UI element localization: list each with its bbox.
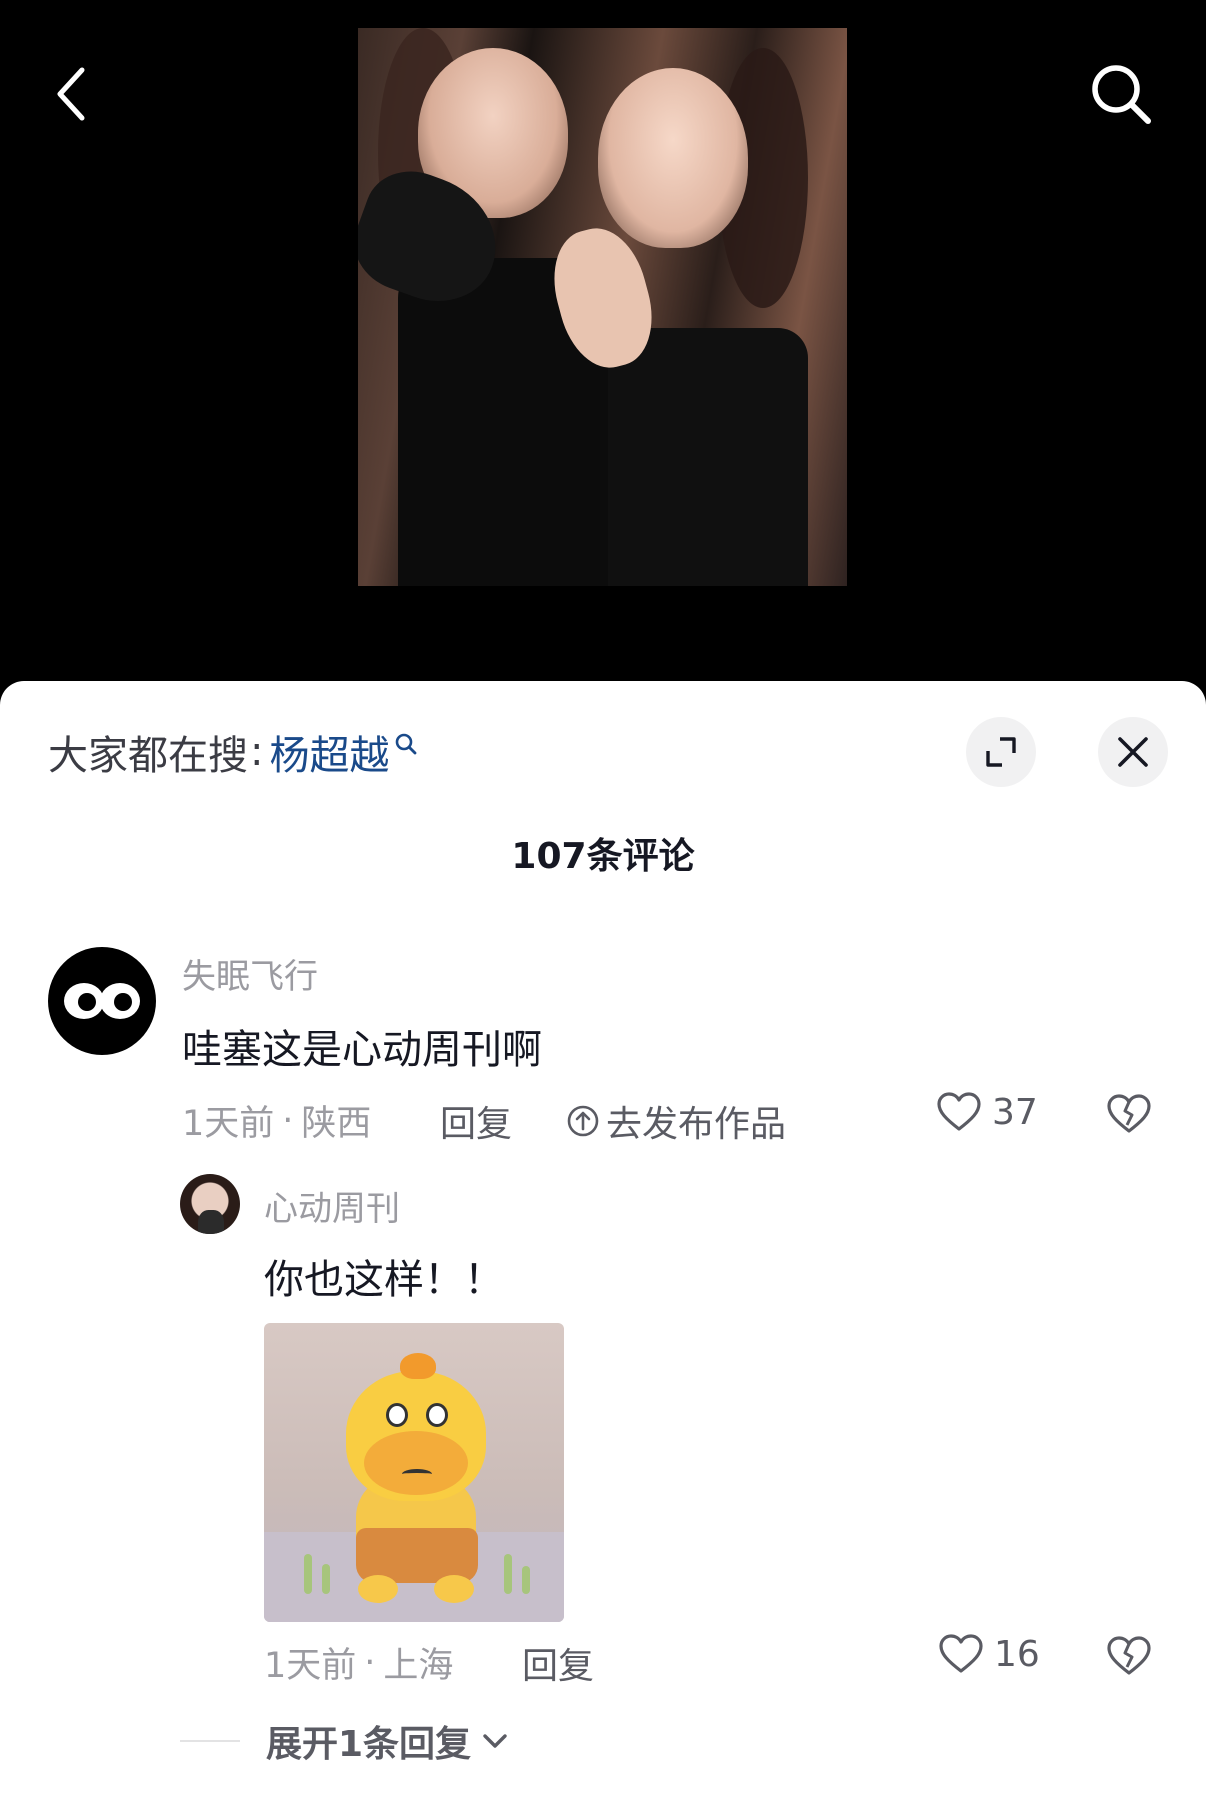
comment-location: 陕西 — [301, 1104, 372, 1144]
suggestion-colon: : — [250, 729, 264, 775]
close-icon — [1118, 737, 1148, 767]
expand-icon — [986, 737, 1016, 767]
reply-avatar[interactable] — [180, 1174, 240, 1234]
comment-count: 107条评论 — [511, 836, 695, 877]
reply-reply-button[interactable]: 回复 — [522, 1637, 594, 1689]
reply-like-count: 16 — [994, 1633, 1040, 1675]
broken-heart-icon — [1107, 1094, 1151, 1133]
suggestion-label: 大家都在搜 — [48, 733, 248, 779]
search-button[interactable] — [1085, 58, 1157, 130]
video-thumbnail[interactable] — [358, 28, 847, 586]
reply-like-button[interactable]: 16 — [938, 1633, 1040, 1675]
reply-time: 1天前 — [264, 1646, 357, 1686]
meta-dot: · — [282, 1100, 294, 1141]
expand-replies-label: 展开1条回复 — [266, 1724, 472, 1765]
dislike-button[interactable] — [1106, 1093, 1152, 1139]
comment-username[interactable]: 失眠飞行 — [182, 949, 318, 998]
reply-button[interactable]: 回复 — [440, 1095, 512, 1147]
search-icon — [396, 733, 417, 755]
reply-sticker-image[interactable] — [264, 1323, 564, 1622]
comment-sheet: 大家都在搜 : 杨超越 107条评论 失眠飞行 哇塞这是心动周刊啊 1天前 · … — [0, 681, 1206, 1793]
upload-circle-icon — [567, 1105, 599, 1137]
reply-text: 你也这样！！ — [264, 1257, 504, 1303]
reply-location: 上海 — [383, 1646, 454, 1686]
expand-sheet-button[interactable] — [966, 717, 1036, 787]
like-count: 37 — [992, 1091, 1038, 1133]
comment-text: 哇塞这是心动周刊啊 — [182, 1027, 542, 1073]
comment-meta: 1天前 · 陕西 — [182, 1095, 371, 1146]
video-area[interactable] — [0, 0, 1206, 700]
heart-icon — [939, 1634, 983, 1673]
reply-dislike-button[interactable] — [1106, 1635, 1152, 1681]
divider-line — [180, 1740, 240, 1742]
search-icon — [1092, 65, 1151, 124]
publish-button[interactable]: 去发布作品 — [566, 1095, 786, 1147]
avatar[interactable] — [48, 947, 156, 1055]
comment-time: 1天前 — [182, 1104, 275, 1144]
reply-username[interactable]: 心动周刊 — [264, 1181, 400, 1230]
close-button[interactable] — [1098, 717, 1168, 787]
back-button[interactable] — [36, 58, 108, 130]
suggestion-term[interactable]: 杨超越 — [269, 723, 389, 781]
heart-icon — [937, 1092, 981, 1131]
like-button[interactable]: 37 — [936, 1091, 1038, 1133]
broken-heart-icon — [1107, 1636, 1151, 1675]
meta-dot: · — [364, 1642, 376, 1683]
search-suggestion[interactable]: 大家都在搜 : 杨超越 — [48, 727, 419, 779]
expand-replies-button[interactable]: 展开1条回复 — [180, 1715, 509, 1767]
reply-meta: 1天前 · 上海 — [264, 1637, 453, 1688]
publish-label: 去发布作品 — [606, 1104, 787, 1145]
chevron-down-icon — [483, 1734, 507, 1748]
chevron-left-icon — [57, 67, 85, 121]
